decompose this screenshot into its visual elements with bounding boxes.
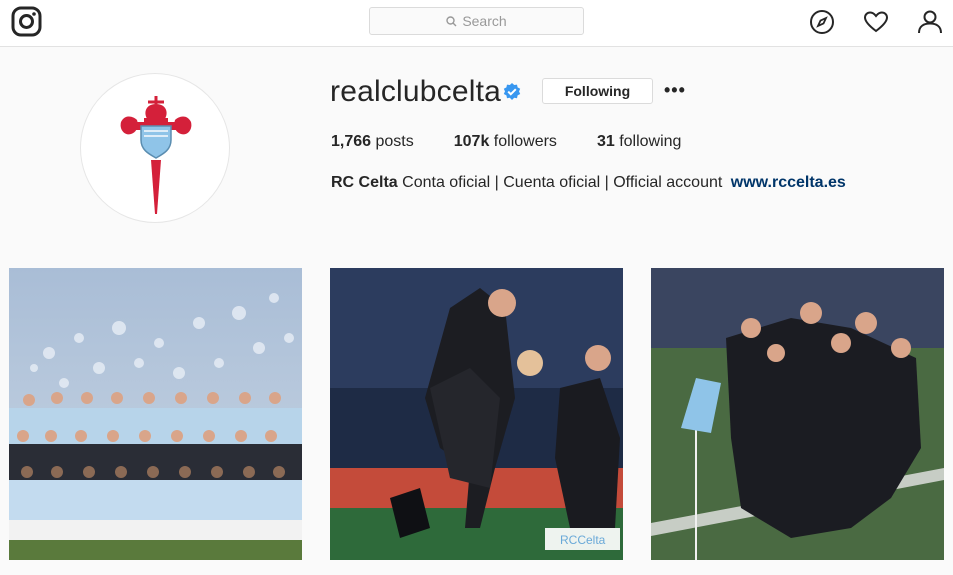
- search-input[interactable]: Search: [369, 7, 584, 35]
- watermark-rccelta: RCCelta: [560, 533, 606, 547]
- person-icon[interactable]: [917, 9, 943, 35]
- profile-stats: 1,766 posts 107k followers 31 following: [331, 133, 721, 151]
- bio-text: Conta oficial | Cuenta oficial | Officia…: [402, 174, 723, 191]
- verified-badge-icon: [502, 82, 522, 102]
- bio-link[interactable]: www.rccelta.es: [731, 174, 846, 191]
- profile-avatar[interactable]: [80, 73, 230, 223]
- more-options-icon[interactable]: •••: [664, 80, 686, 100]
- celta-crest-icon: [120, 96, 192, 214]
- followers-count: 107k: [453, 133, 490, 150]
- celebration-photo-image: RCCelta: [330, 268, 623, 560]
- followers-label: followers: [493, 133, 557, 150]
- posts-label: posts: [375, 133, 414, 150]
- followers-stat[interactable]: 107k followers: [454, 133, 557, 151]
- profile-username: realclubcelta: [330, 75, 502, 108]
- search-placeholder: Search: [462, 13, 507, 29]
- group-celebration-image: [651, 268, 944, 560]
- profile-bio: RC Celta Conta oficial | Cuenta oficial …: [331, 174, 846, 192]
- posts-count: 1,766: [331, 133, 372, 150]
- following-stat[interactable]: 31 following: [597, 133, 682, 151]
- following-label: following: [619, 133, 682, 150]
- bio-name: RC Celta: [331, 174, 398, 191]
- posts-stat: 1,766 posts: [331, 133, 414, 151]
- post-thumbnail-2[interactable]: RCCelta: [330, 268, 623, 560]
- following-button[interactable]: Following: [542, 78, 653, 104]
- heart-icon[interactable]: [863, 9, 889, 35]
- compass-icon[interactable]: [809, 9, 835, 35]
- team-photo-image: [9, 268, 302, 560]
- post-thumbnail-3[interactable]: [651, 268, 944, 560]
- instagram-logo-icon[interactable]: [11, 6, 42, 37]
- search-icon: [446, 15, 457, 26]
- top-navigation-bar: Search: [0, 0, 953, 47]
- following-count: 31: [596, 133, 615, 150]
- post-thumbnail-1[interactable]: [9, 268, 302, 560]
